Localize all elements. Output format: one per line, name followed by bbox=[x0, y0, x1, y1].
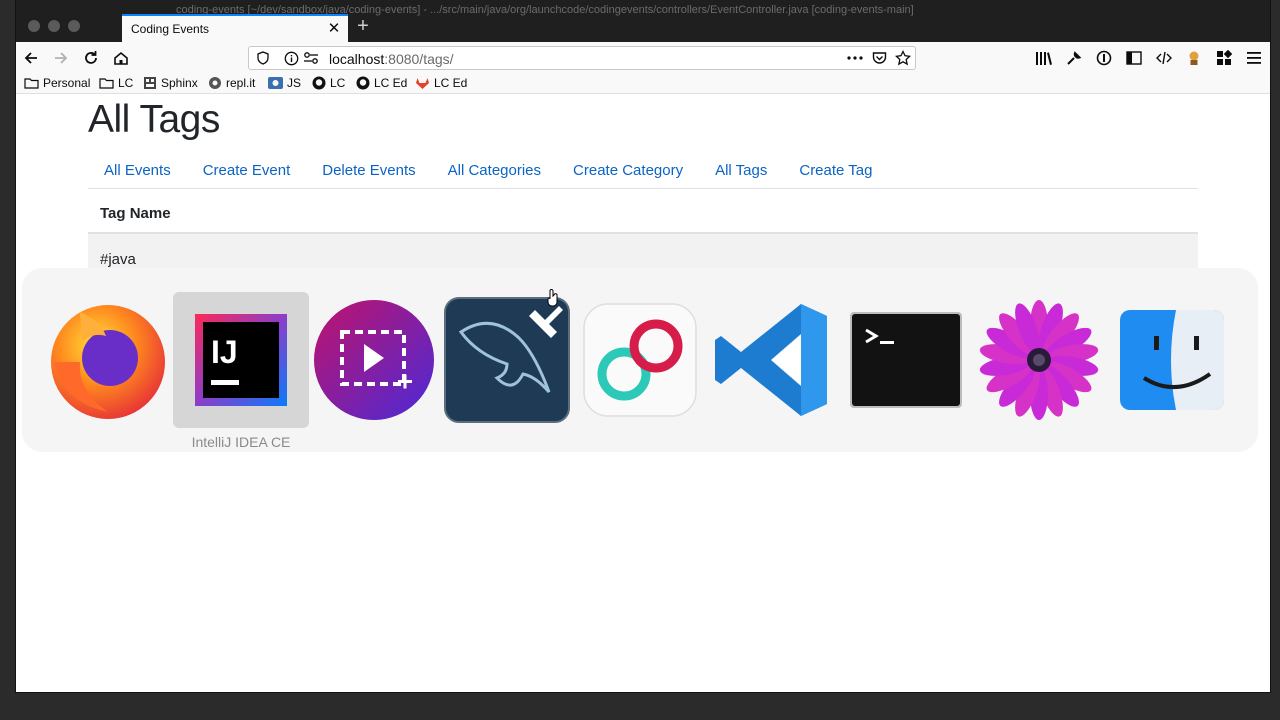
terminal-icon bbox=[850, 312, 962, 408]
table-cell-tag: #java bbox=[100, 251, 136, 268]
maximize-window-button[interactable] bbox=[68, 20, 80, 32]
tracking-shield-icon[interactable] bbox=[255, 50, 271, 66]
nav-delete-events[interactable]: Delete Events bbox=[306, 162, 431, 179]
github-icon bbox=[355, 76, 370, 90]
page-actions-icon[interactable] bbox=[847, 50, 863, 66]
replit-icon bbox=[207, 76, 222, 90]
intellij-idea-icon: IJ bbox=[195, 314, 287, 406]
extensions-grid-icon[interactable] bbox=[1214, 48, 1234, 68]
infinity-app-icon bbox=[583, 303, 697, 417]
url-path: :8080/tags/ bbox=[384, 51, 454, 67]
tab-title: Coding Events bbox=[131, 22, 210, 36]
bookmark-label: LC Ed bbox=[434, 76, 468, 90]
app-switcher: IJ IntelliJ IDEA CE bbox=[22, 268, 1258, 452]
forward-arrow-icon bbox=[55, 52, 68, 64]
gitlab-icon bbox=[415, 76, 430, 90]
back-arrow-icon bbox=[24, 52, 37, 64]
close-window-button[interactable] bbox=[28, 20, 40, 32]
bookmark-label: Personal bbox=[43, 76, 91, 90]
tab-coding-events[interactable]: Coding Events ✕ bbox=[122, 14, 348, 42]
hand-cursor-icon bbox=[547, 289, 558, 307]
url-host: localhost bbox=[329, 51, 385, 67]
bookmark-personal[interactable]: Personal bbox=[24, 75, 90, 91]
screen-recorder-icon bbox=[314, 300, 434, 420]
permissions-icon[interactable] bbox=[303, 50, 319, 66]
mouse-cursor bbox=[546, 289, 560, 307]
vscode-icon bbox=[715, 304, 827, 416]
bookmark-label: JS bbox=[287, 76, 302, 90]
table-header: Tag Name bbox=[88, 188, 1198, 234]
close-tab-icon[interactable]: ✕ bbox=[326, 19, 342, 37]
app-vscode[interactable] bbox=[705, 292, 841, 428]
github-icon bbox=[311, 76, 326, 90]
selected-app-label: IntelliJ IDEA CE bbox=[191, 434, 291, 450]
bookmark-lc-ed-gitlab[interactable]: LC Ed bbox=[415, 75, 467, 91]
back-button[interactable] bbox=[20, 47, 42, 69]
home-button[interactable] bbox=[110, 47, 132, 69]
bookmark-star-icon[interactable] bbox=[895, 50, 911, 66]
app-mysql-workbench[interactable] bbox=[439, 292, 575, 428]
bookmarks-bar: Personal LC Sphinx repl.it JS LC LC Ed L… bbox=[16, 73, 1270, 94]
menu-hamburger-icon[interactable] bbox=[1244, 48, 1264, 68]
nav-create-category[interactable]: Create Category bbox=[557, 162, 699, 179]
nav-create-event[interactable]: Create Event bbox=[187, 162, 307, 179]
bookmark-label: Sphinx bbox=[161, 76, 198, 90]
tab-bar: coding-events [~/dev/sandbox/java/coding… bbox=[16, 0, 1270, 42]
bookmark-label: LC bbox=[118, 76, 134, 90]
app-terminal[interactable] bbox=[838, 292, 974, 428]
bookmark-lc-ed-github[interactable]: LC Ed bbox=[355, 75, 407, 91]
flower-app-icon bbox=[979, 300, 1099, 420]
extension-avatar-icon[interactable] bbox=[1184, 48, 1204, 68]
bookmark-lc-folder[interactable]: LC bbox=[99, 75, 133, 91]
url-bar[interactable]: localhost:8080/tags/ bbox=[248, 46, 916, 70]
navigation-bar: localhost:8080/tags/ bbox=[16, 42, 1270, 73]
app-firefox[interactable] bbox=[40, 292, 176, 428]
folder-icon bbox=[99, 76, 114, 90]
js-icon bbox=[268, 76, 283, 90]
nav-all-categories[interactable]: All Categories bbox=[432, 162, 557, 179]
bookmark-label: LC Ed bbox=[374, 76, 408, 90]
page-title: All Tags bbox=[88, 98, 220, 141]
pocket-icon[interactable] bbox=[871, 50, 887, 66]
library-icon[interactable] bbox=[1034, 48, 1054, 68]
mysql-workbench-icon bbox=[444, 297, 570, 423]
bookmark-sphinx[interactable]: Sphinx bbox=[142, 75, 198, 91]
sidebar-icon[interactable] bbox=[1124, 48, 1144, 68]
forward-button[interactable] bbox=[50, 47, 72, 69]
app-infinity[interactable] bbox=[572, 292, 708, 428]
minimize-window-button[interactable] bbox=[48, 20, 60, 32]
firefox-icon bbox=[51, 305, 165, 419]
app-flower[interactable] bbox=[971, 292, 1107, 428]
reload-icon bbox=[85, 51, 97, 64]
nav-all-events[interactable]: All Events bbox=[88, 162, 187, 179]
folder-icon bbox=[24, 76, 39, 90]
app-intellij-idea[interactable]: IJ bbox=[173, 292, 309, 428]
bookmark-lc-github[interactable]: LC bbox=[311, 75, 345, 91]
bookmark-label: LC bbox=[330, 76, 346, 90]
bookmark-js[interactable]: JS bbox=[268, 75, 301, 91]
nav-create-tag[interactable]: Create Tag bbox=[783, 162, 888, 179]
svg-text:IJ: IJ bbox=[211, 334, 238, 370]
site-info-icon[interactable] bbox=[283, 50, 299, 66]
onepassword-icon[interactable] bbox=[1094, 48, 1114, 68]
url-text[interactable]: localhost:8080/tags/ bbox=[329, 51, 454, 67]
finder-icon bbox=[1120, 310, 1224, 410]
bookmark-replit[interactable]: repl.it bbox=[207, 75, 255, 91]
home-icon bbox=[114, 51, 128, 65]
wrench-icon[interactable] bbox=[1064, 48, 1084, 68]
bookmark-label: repl.it bbox=[226, 76, 256, 90]
nav-all-tags[interactable]: All Tags bbox=[699, 162, 783, 179]
site-nav: All Events Create Event Delete Events Al… bbox=[88, 162, 888, 179]
sphinx-icon bbox=[142, 76, 157, 90]
app-finder[interactable] bbox=[1104, 292, 1240, 428]
reload-button[interactable] bbox=[80, 47, 102, 69]
app-screen-recorder[interactable] bbox=[306, 292, 442, 428]
column-header-tag-name: Tag Name bbox=[100, 205, 171, 222]
new-tab-button[interactable]: + bbox=[352, 15, 374, 38]
tags-table: Tag Name #java bbox=[88, 188, 1198, 282]
developer-tools-icon[interactable] bbox=[1154, 48, 1174, 68]
